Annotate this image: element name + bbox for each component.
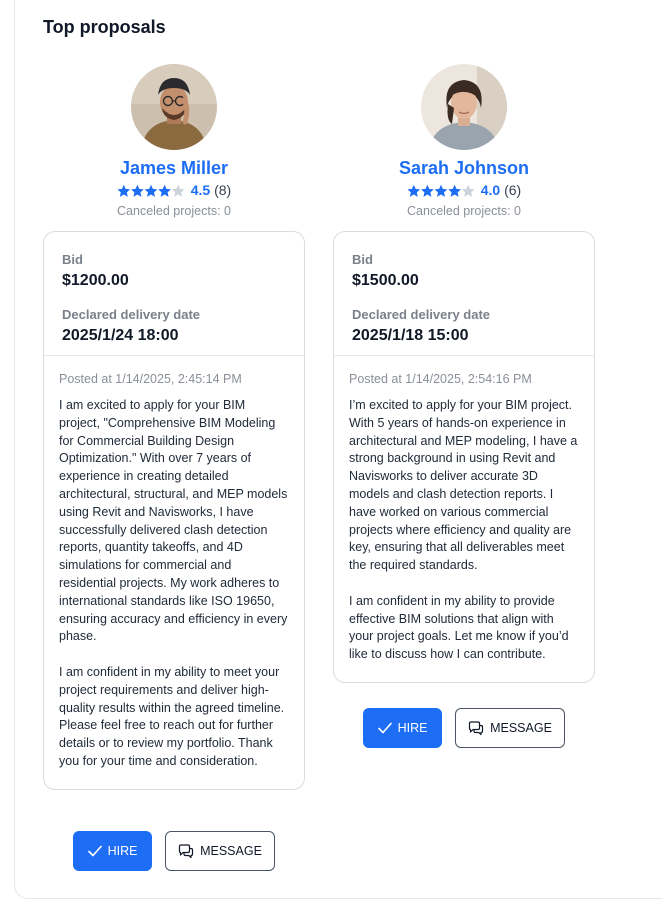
- bid-section: Bid $1200.00 Declared delivery date 2025…: [44, 232, 304, 356]
- chat-icon: [178, 843, 194, 858]
- avatar-photo-sarah: [421, 64, 507, 150]
- hire-button[interactable]: HIRE: [363, 708, 442, 748]
- avatar[interactable]: [131, 64, 217, 150]
- posted-at: Posted at 1/14/2025, 2:54:16 PM: [349, 372, 532, 386]
- cover-letter-paragraph: I am excited to apply for your BIM proje…: [59, 398, 288, 644]
- rating-score: 4.0: [480, 182, 501, 198]
- star-icon: [117, 185, 130, 198]
- star-half-icon: [171, 185, 185, 198]
- chat-icon: [468, 720, 484, 735]
- bid-label: Bid: [352, 252, 373, 267]
- star-icon: [158, 185, 171, 198]
- bid-section: Bid $1500.00 Declared delivery date 2025…: [334, 232, 594, 356]
- avatar[interactable]: [421, 64, 507, 150]
- cover-letter: I am excited to apply for your BIM proje…: [59, 397, 289, 771]
- star-icon: [434, 185, 448, 198]
- proposal-actions: HIRE MESSAGE: [43, 831, 305, 871]
- review-count: (6): [504, 182, 522, 198]
- rating: 4.0 (6): [333, 182, 595, 198]
- message-button[interactable]: MESSAGE: [455, 708, 565, 748]
- cover-letter-paragraph: I’m excited to apply for your BIM projec…: [349, 398, 578, 573]
- message-button[interactable]: MESSAGE: [165, 831, 275, 871]
- cover-letter: I’m excited to apply for your BIM projec…: [349, 397, 579, 664]
- cover-letter-paragraph: I am confident in my ability to provide …: [349, 593, 569, 662]
- freelancer-name[interactable]: James Miller: [43, 158, 305, 179]
- bid-label: Bid: [62, 252, 83, 267]
- proposal-actions: HIRE MESSAGE: [333, 708, 595, 748]
- delivery-date-label: Declared delivery date: [352, 307, 491, 322]
- review-count: (8): [214, 182, 232, 198]
- star-icon: [448, 185, 461, 198]
- star-rating: [407, 184, 475, 198]
- canceled-projects: Canceled projects: 0: [407, 204, 521, 218]
- star-icon: [407, 185, 420, 198]
- proposal-details-card: Bid $1500.00 Declared delivery date 2025…: [333, 231, 595, 683]
- canceled-projects: Canceled projects: 0: [117, 204, 231, 218]
- star-icon: [130, 185, 144, 198]
- star-icon: [420, 185, 434, 198]
- bid-amount: $1200.00: [62, 272, 129, 289]
- proposal-body: Posted at 1/14/2025, 2:45:14 PM I am exc…: [44, 356, 304, 789]
- star-rating: [117, 184, 185, 198]
- posted-at: Posted at 1/14/2025, 2:45:14 PM: [59, 372, 242, 386]
- avatar-photo-james: [131, 64, 217, 150]
- hire-button[interactable]: HIRE: [73, 831, 152, 871]
- cover-letter-paragraph: I am confident in my ability to meet you…: [59, 664, 285, 768]
- rating: 4.5 (8): [43, 182, 305, 198]
- message-label: MESSAGE: [200, 844, 262, 858]
- delivery-date: 2025/1/18 15:00: [352, 327, 469, 344]
- freelancer-name[interactable]: Sarah Johnson: [333, 158, 595, 179]
- check-icon: [377, 722, 392, 734]
- proposal-details-card: Bid $1200.00 Declared delivery date 2025…: [43, 231, 305, 790]
- hire-label: HIRE: [397, 721, 428, 735]
- star-icon: [144, 185, 158, 198]
- bid-amount: $1500.00: [352, 272, 419, 289]
- proposal-body: Posted at 1/14/2025, 2:54:16 PM I’m exci…: [334, 356, 594, 682]
- delivery-date: 2025/1/24 18:00: [62, 327, 179, 344]
- section-title: Top proposals: [43, 17, 166, 37]
- rating-score: 4.5: [190, 182, 211, 198]
- message-label: MESSAGE: [490, 721, 552, 735]
- check-icon: [87, 845, 102, 857]
- delivery-date-label: Declared delivery date: [62, 307, 201, 322]
- hire-label: HIRE: [107, 844, 138, 858]
- star-empty-icon: [461, 185, 475, 198]
